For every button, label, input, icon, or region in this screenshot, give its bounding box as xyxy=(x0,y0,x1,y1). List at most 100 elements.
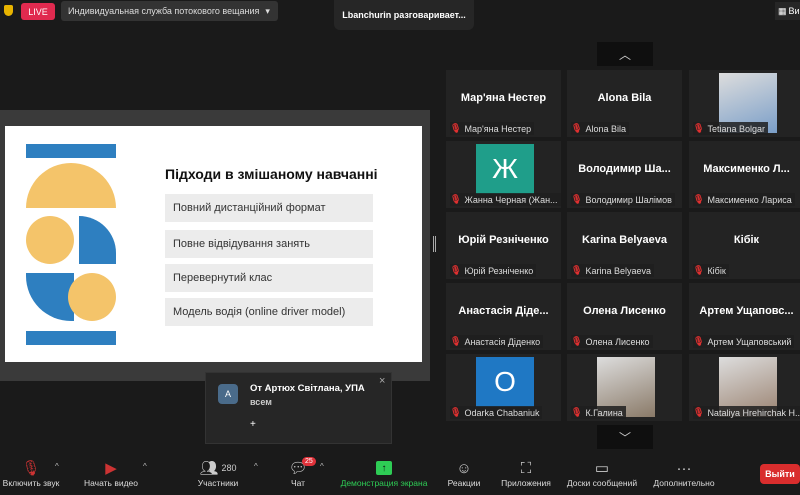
participant-tile[interactable]: Артем Ущаповс... 🎙︎ Артем Ущаповський xyxy=(689,283,800,350)
participant-tile[interactable]: O 🎙︎ Odarka Chabaniuk xyxy=(446,354,561,421)
mic-muted-icon: 🎙︎ xyxy=(693,123,705,133)
leave-button[interactable]: Выйти xyxy=(760,464,800,484)
slide-circle xyxy=(26,216,74,264)
mic-muted-icon: 🎙︎ xyxy=(693,336,705,346)
whiteboards-button[interactable]: ▭ Доски сообщений xyxy=(562,458,642,488)
video-label: Начать видео xyxy=(83,478,138,488)
participant-tile[interactable]: Мар'яна Нестер 🎙︎ Мар'яна Нестер xyxy=(446,70,561,137)
participant-name: Жанна Черная (Жан... xyxy=(464,194,558,205)
participant-name-label: 🎙︎ Юрій Резніченко xyxy=(450,264,537,277)
participant-tile[interactable]: Кібік 🎙︎ Кібік xyxy=(689,212,800,279)
participant-tile[interactable]: Юрій Резніченко 🎙︎ Юрій Резніченко xyxy=(446,212,561,279)
security-shield-icon[interactable] xyxy=(4,5,13,16)
participant-name: Максименко Лариса xyxy=(707,194,792,205)
reactions-label: Реакции xyxy=(447,478,481,488)
participant-name-label: 🎙︎ Максименко Лариса xyxy=(693,193,795,206)
slide-bar-top xyxy=(26,144,116,158)
participant-name-label: 🎙︎ Tetiana Bolgar xyxy=(693,122,768,135)
participant-name-label: 🎙︎ Karina Belyaeva xyxy=(571,264,654,277)
participant-display-name: Кібік xyxy=(733,234,760,246)
share-screen-button[interactable]: ↑ Демонстрация экрана xyxy=(336,458,432,488)
participant-tile[interactable]: 🎙︎ К.Галина xyxy=(567,354,682,421)
chevron-down-icon: ﹀ xyxy=(618,430,631,445)
participants-button[interactable]: 👥︎ 280 Участники xyxy=(190,458,246,488)
participant-display-name: Анастасія Діде... xyxy=(458,305,549,317)
audio-options-caret[interactable]: ^ xyxy=(55,462,59,471)
participants-label: Участники xyxy=(197,478,239,488)
slide-title: Підходи в змішаному навчанні xyxy=(165,166,378,182)
participant-tile[interactable]: Анастасія Діде... 🎙︎ Анастасія Діденко xyxy=(446,283,561,350)
participant-tile[interactable]: Alona Bila 🎙︎ Alona Bila xyxy=(567,70,682,137)
live-badge[interactable]: LIVE xyxy=(21,3,55,20)
participant-display-name: Karina Belyaeva xyxy=(582,234,667,246)
video-off-icon: ▶︎ xyxy=(105,460,117,477)
participants-caret[interactable]: ^ xyxy=(254,462,258,471)
mic-muted-icon: 🎙︎ xyxy=(571,194,583,204)
participant-name-label: 🎙︎ Odarka Chabaniuk xyxy=(450,406,543,419)
participant-display-name: Alona Bila xyxy=(597,92,652,104)
slide-quarter-2 xyxy=(26,273,74,321)
mic-muted-icon: 🎙︎ xyxy=(450,194,462,204)
participant-name: К.Галина xyxy=(585,407,623,418)
participant-name-label: 🎙︎ К.Галина xyxy=(571,406,626,419)
whiteboard-icon: ▭ xyxy=(594,460,610,477)
splitter-handle[interactable] xyxy=(433,236,436,252)
slide-item: Повний дистанційний формат xyxy=(165,194,373,222)
participant-tile[interactable]: Максименко Л... 🎙︎ Максименко Лариса xyxy=(689,141,800,208)
grid-icon: ▦ xyxy=(778,5,787,16)
mic-muted-icon: 🎙︎ xyxy=(571,407,583,417)
mic-muted-icon: 🎙︎ xyxy=(571,265,583,275)
share-label: Демонстрация экрана xyxy=(340,478,428,488)
chat-caret[interactable]: ^ xyxy=(320,462,324,471)
participant-tile[interactable]: 🎙︎ Nataliya Hrehirchak H... xyxy=(689,354,800,421)
participant-tile[interactable]: Володимир Ша... 🎙︎ Володимир Шалімов xyxy=(567,141,682,208)
page-up-button[interactable]: ︿ xyxy=(597,42,653,66)
mic-muted-icon: 🎙︎ xyxy=(693,194,705,204)
participant-tile[interactable]: Олена Лисенко 🎙︎ Олена Лисенко xyxy=(567,283,682,350)
participant-name: Tetiana Bolgar xyxy=(707,123,765,134)
participant-name: Odarka Chabaniuk xyxy=(464,407,540,418)
chat-sender: От Артюх Світлана, УПА xyxy=(250,383,365,394)
participant-name: Nataliya Hrehirchak H... xyxy=(707,407,800,418)
video-options-caret[interactable]: ^ xyxy=(143,462,147,471)
chat-recipient: всем xyxy=(250,397,272,407)
plus-icon[interactable]: + xyxy=(250,419,256,430)
close-icon[interactable]: × xyxy=(379,375,385,387)
slide-item: Перевернутий клас xyxy=(165,264,373,292)
more-label: Дополнительно xyxy=(653,478,715,488)
participant-display-name: Юрій Резніченко xyxy=(458,234,549,246)
view-button[interactable]: ▦ Ви xyxy=(775,2,800,20)
mic-muted-icon: 🎙︎ xyxy=(450,123,462,133)
mic-muted-icon: 🎙︎ xyxy=(450,265,462,275)
apps-icon: ⛶ xyxy=(520,459,532,477)
chevron-up-icon: ︿ xyxy=(618,47,631,62)
chat-notification[interactable]: A От Артюх Світлана, УПА всем + × xyxy=(205,372,392,444)
meeting-toolbar: 🎙︎ Включить звук ^ ▶︎ Начать видео ^ 👥︎ 280… xyxy=(0,450,800,495)
stream-service-dropdown[interactable]: Индивидуальная служба потокового вещания… xyxy=(61,1,278,21)
stream-label: Индивидуальная служба потокового вещания xyxy=(68,6,260,16)
participant-name-label: 🎙︎ Alona Bila xyxy=(571,122,629,135)
participant-avatar: O xyxy=(476,357,534,407)
mic-muted-icon: 🎙︎ xyxy=(450,407,462,417)
participant-name-label: 🎙︎ Анастасія Діденко xyxy=(450,335,544,348)
participant-display-name: Володимир Ша... xyxy=(578,163,671,175)
participant-tile[interactable]: Karina Belyaeva 🎙︎ Karina Belyaeva xyxy=(567,212,682,279)
participant-name: Артем Ущаповський xyxy=(707,336,792,347)
dropdown-arrow-icon: ▾ xyxy=(265,5,270,16)
mic-muted-icon: 🎙︎ xyxy=(450,336,462,346)
page-down-button[interactable]: ﹀ xyxy=(597,425,653,449)
more-button[interactable]: ··· Дополнительно xyxy=(648,458,720,489)
participant-tile[interactable]: Ж 🎙︎ Жанна Черная (Жан... xyxy=(446,141,561,208)
slide-item: Модель водія (online driver model) xyxy=(165,298,373,326)
share-screen-icon: ↑ xyxy=(376,458,392,478)
active-speaker-indicator: Lbanchurin разговаривает... xyxy=(334,0,474,30)
unmute-button[interactable]: 🎙︎ Включить звук xyxy=(0,458,62,488)
slide-item: Повне відвідування занять xyxy=(165,230,373,258)
start-video-button[interactable]: ▶︎ Начать видео xyxy=(80,458,142,488)
chat-unread-badge: 25 xyxy=(302,457,316,466)
more-icon: ··· xyxy=(676,459,692,477)
apps-button[interactable]: ⛶ Приложения xyxy=(496,458,556,489)
participant-tile[interactable]: 🎙︎ Tetiana Bolgar xyxy=(689,70,800,137)
reactions-button[interactable]: ☺︎ Реакции xyxy=(444,458,484,489)
participant-name-label: 🎙︎ Олена Лисенко xyxy=(571,335,653,348)
